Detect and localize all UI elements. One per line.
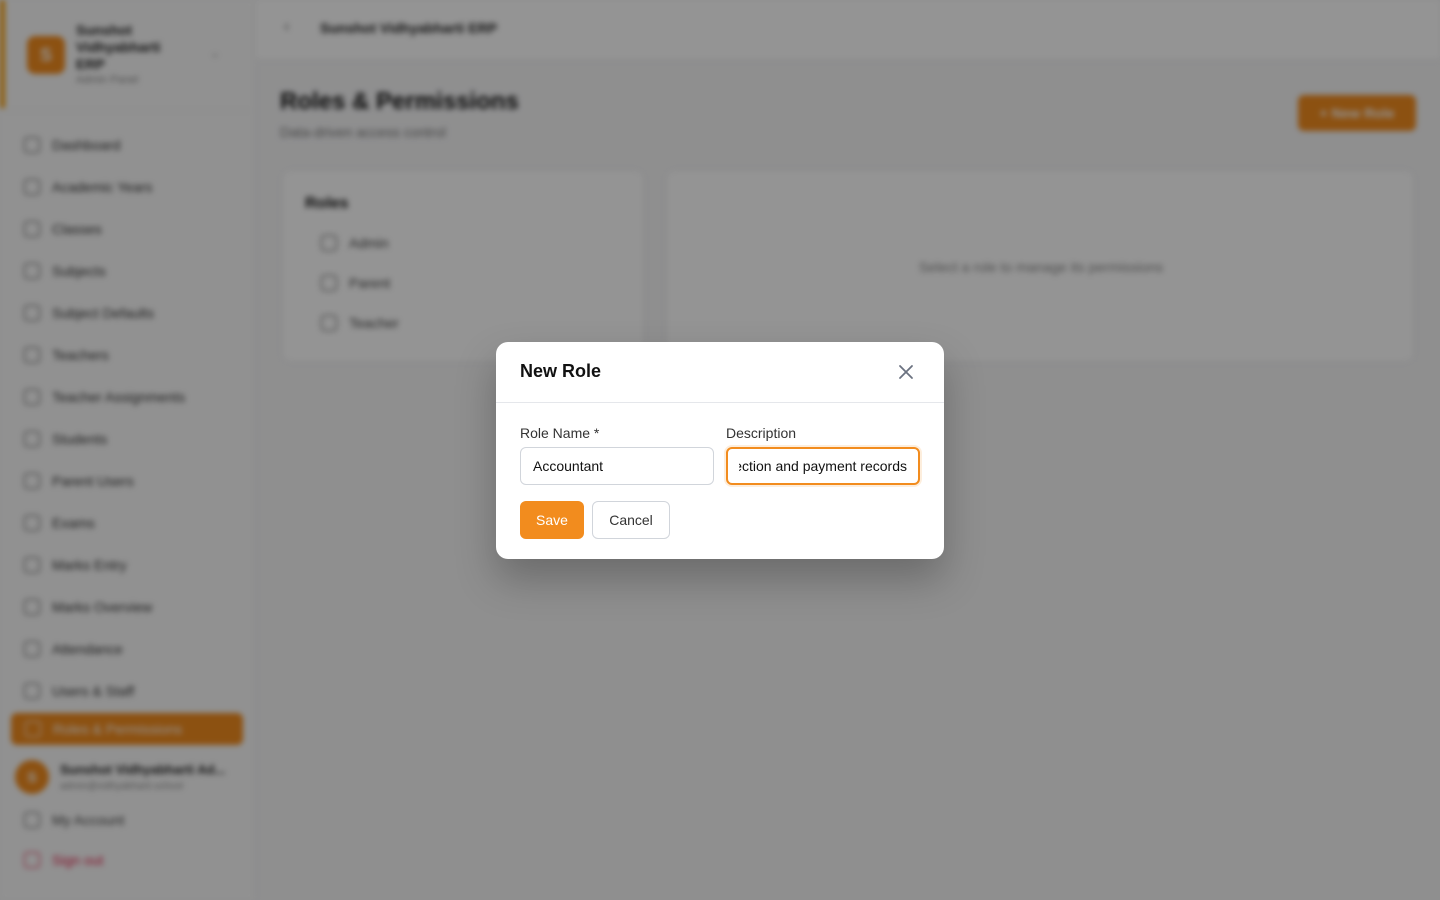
close-icon[interactable] — [894, 360, 918, 384]
role-name-label: Role Name * — [520, 425, 600, 441]
description-field[interactable] — [726, 447, 920, 485]
role-name-field[interactable] — [520, 447, 714, 485]
cancel-button[interactable]: Cancel — [592, 501, 670, 539]
dialog-header: New Role — [496, 342, 944, 403]
dialog-title: New Role — [520, 361, 602, 381]
save-button[interactable]: Save — [520, 501, 584, 539]
description-label: Description — [726, 425, 797, 441]
new-role-dialog: New Role Role Name * Description Save Ca… — [496, 342, 944, 559]
